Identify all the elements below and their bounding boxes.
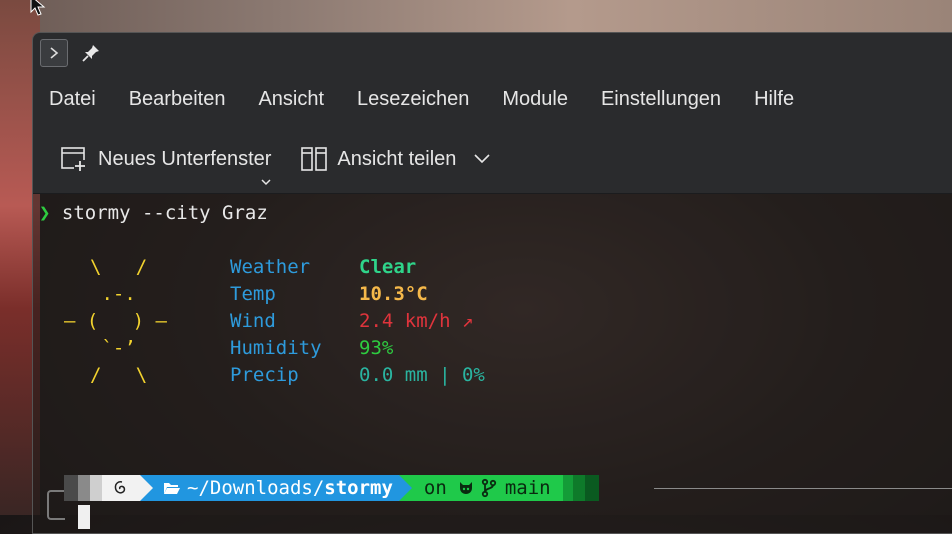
wind-label: Wind bbox=[230, 310, 276, 332]
powerline-tail-3 bbox=[584, 475, 599, 501]
sun-art-line-2: .-. bbox=[90, 283, 136, 305]
git-segment: on main bbox=[411, 475, 563, 501]
powerline-shade-3 bbox=[90, 475, 102, 501]
command-text: stormy --city Graz bbox=[61, 202, 268, 224]
terminal-window: Datei Bearbeiten Ansicht Lesezeichen Mod… bbox=[32, 32, 952, 534]
path-segment: ~/Downloads/stormy bbox=[153, 475, 399, 501]
mouse-cursor-icon bbox=[30, 0, 46, 16]
menu-lesezeichen[interactable]: Lesezeichen bbox=[357, 88, 469, 111]
chevron-down-icon[interactable] bbox=[474, 154, 490, 164]
terminal-chevron-icon[interactable] bbox=[40, 39, 68, 67]
weather-label: Weather bbox=[230, 256, 311, 278]
temp-label: Temp bbox=[230, 283, 276, 305]
wind-value: 2.4 km/h ↗ bbox=[359, 310, 474, 332]
powerline-shade-2 bbox=[78, 475, 90, 501]
menu-ansicht[interactable]: Ansicht bbox=[258, 88, 324, 111]
powerline-tail-2 bbox=[572, 475, 585, 501]
weather-value: Clear bbox=[359, 256, 417, 278]
git-branch-icon bbox=[481, 478, 496, 498]
path-prefix: ~/Downloads/ bbox=[187, 477, 325, 499]
sun-art-line-4: `-’ bbox=[90, 337, 136, 359]
path-dir: stormy bbox=[324, 477, 393, 499]
powerline-arrow bbox=[398, 475, 412, 501]
git-branch-name: main bbox=[504, 477, 551, 499]
command-line: ❯ stormy --city Graz bbox=[39, 202, 268, 224]
menubar: Datei Bearbeiten Ansicht Lesezeichen Mod… bbox=[33, 73, 952, 125]
split-view-button[interactable]: Ansicht teilen bbox=[301, 147, 500, 171]
sun-art-line-1: \ / bbox=[90, 256, 148, 278]
precip-value: 0.0 mm | 0% bbox=[359, 364, 485, 386]
text-cursor bbox=[78, 505, 90, 529]
menu-bearbeiten[interactable]: Bearbeiten bbox=[129, 88, 226, 111]
humidity-value: 93% bbox=[359, 337, 394, 359]
toolbar: Neues Unterfenster Ansicht teilen bbox=[33, 125, 952, 194]
prompt-bracket bbox=[47, 490, 65, 520]
powerline-tail-1 bbox=[562, 475, 573, 501]
pin-icon[interactable] bbox=[80, 42, 102, 64]
split-view-icon bbox=[301, 147, 328, 171]
new-tab-button[interactable]: Neues Unterfenster bbox=[60, 146, 272, 186]
titlebar bbox=[33, 33, 952, 73]
git-on-label: on bbox=[423, 477, 447, 499]
humidity-label: Humidity bbox=[230, 337, 322, 359]
new-tab-label: Neues Unterfenster bbox=[98, 147, 272, 170]
sun-art-line-5: / \ bbox=[90, 364, 148, 386]
precip-label: Precip bbox=[230, 364, 299, 386]
powerline-arrow bbox=[140, 475, 153, 501]
os-segment bbox=[102, 475, 140, 501]
menu-hilfe[interactable]: Hilfe bbox=[754, 88, 794, 111]
menu-datei[interactable]: Datei bbox=[49, 88, 96, 111]
terminal-output[interactable]: ❯ stormy --city Graz \ / .-. – ( ) – `-’… bbox=[33, 194, 952, 533]
powerline-prompt: ~/Downloads/stormy on main bbox=[64, 475, 599, 501]
split-view-label: Ansicht teilen bbox=[337, 147, 457, 170]
prompt-symbol: ❯ bbox=[39, 202, 51, 224]
chevron-down-icon[interactable] bbox=[261, 178, 271, 186]
folder-open-icon bbox=[164, 483, 180, 494]
github-icon bbox=[459, 482, 472, 494]
menu-einstellungen[interactable]: Einstellungen bbox=[601, 88, 721, 111]
new-tab-icon bbox=[61, 147, 86, 171]
menu-module[interactable]: Module bbox=[502, 88, 568, 111]
debian-icon bbox=[114, 481, 126, 494]
powerline-shade-1 bbox=[64, 475, 78, 501]
prompt-rule bbox=[654, 488, 952, 489]
sun-art-line-3: – ( ) – bbox=[64, 310, 167, 332]
temp-value: 10.3°C bbox=[359, 283, 428, 305]
